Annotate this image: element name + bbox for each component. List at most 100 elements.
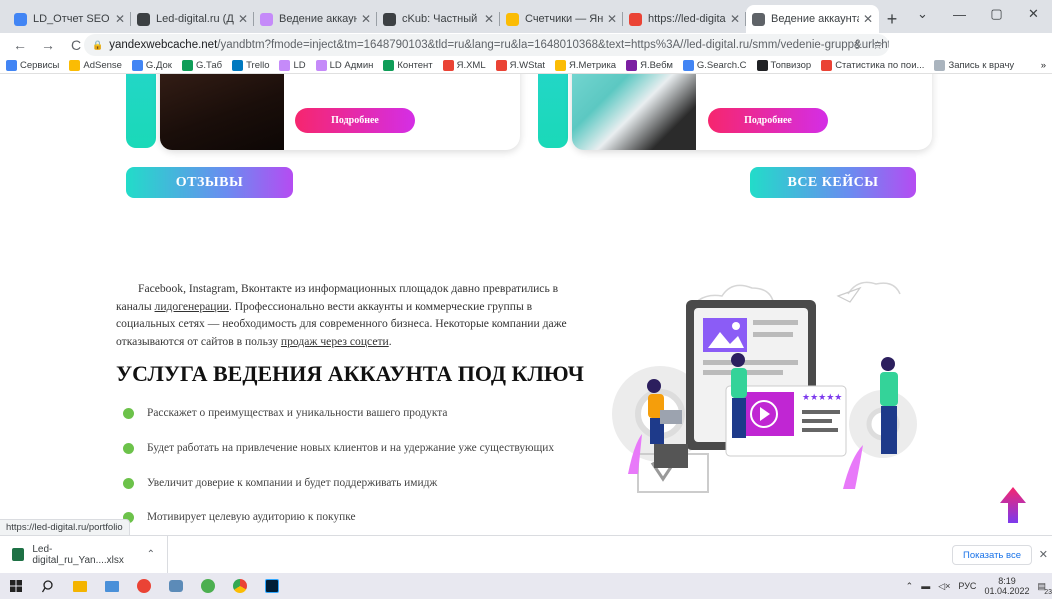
notification-count: 23 (1044, 588, 1052, 596)
bookmarks-overflow-button[interactable]: » (1041, 60, 1052, 71)
bookmark-item[interactable]: LD Админ (315, 59, 373, 71)
file-explorer-icon[interactable] (64, 573, 96, 599)
bookmark-label: Контент (397, 59, 433, 71)
browser-tab[interactable]: Ведение аккаунта (гр ✕ (254, 5, 377, 33)
download-item[interactable]: Led-digital_ru_Yan....xlsx ⌃ (0, 535, 168, 574)
bullet-dot-icon (123, 407, 134, 419)
language-indicator[interactable]: РУС (958, 581, 976, 591)
bookmark-favicon-icon (756, 59, 768, 71)
bookmark-item[interactable]: G.Док (131, 59, 172, 71)
tab-title: Led-digital.ru (Динами (156, 13, 234, 25)
bookmark-item[interactable]: Запись к врачу (934, 59, 1015, 71)
close-downloads-icon[interactable]: ✕ (1039, 548, 1048, 561)
share-icon[interactable]: ⇪ (852, 38, 862, 52)
bookmark-label: Запись к врачу (948, 59, 1015, 71)
url-path: /yandbtm?fmode=inject&tm=1648790103&tld=… (217, 39, 889, 51)
bookmark-star-icon[interactable]: ☆ (872, 38, 883, 52)
status-bar-url: https://led-digital.ru/portfolio (0, 519, 130, 535)
card-2-image (572, 74, 696, 150)
bookmark-item[interactable]: LD (279, 59, 306, 71)
maximize-button[interactable]: ▢ (978, 0, 1015, 28)
forward-button[interactable]: → (38, 37, 58, 53)
bookmark-label: Статистика по пои... (835, 59, 925, 71)
bookmark-favicon-icon (383, 59, 395, 71)
bookmark-item[interactable]: Trello (232, 59, 269, 71)
bookmark-label: Топвизор (770, 59, 812, 71)
tab-close-icon[interactable]: ✕ (238, 12, 248, 26)
browser-tab[interactable]: cKub: Частный веб-ч ✕ (377, 5, 500, 33)
bookmark-item[interactable]: G.Search.C (682, 59, 747, 71)
benefit-item: Увеличит доверие к компании и будет подд… (123, 477, 437, 489)
bookmark-favicon-icon (181, 59, 193, 71)
back-button[interactable]: ← (10, 37, 30, 53)
browser-tab[interactable]: https://led-digital.ru/ ✕ (623, 5, 746, 33)
bookmark-item[interactable]: Я.WStat (495, 59, 545, 71)
chrome-icon[interactable] (224, 573, 256, 599)
minimize-button[interactable]: — (941, 0, 978, 28)
network-icon[interactable]: ▬ (921, 581, 930, 591)
show-all-downloads-button[interactable]: Показать все (952, 545, 1032, 565)
vpn-app-icon[interactable] (160, 573, 192, 599)
bookmark-label: G.Search.C (696, 59, 747, 71)
address-bar[interactable]: 🔒 yandexwebcache.net /yandbtm?fmode=inje… (84, 34, 889, 56)
tray-chevron-icon[interactable]: ⌃ (906, 581, 914, 592)
intro-paragraph: Facebook, Instagram, Вконтакте из информ… (116, 280, 581, 350)
tab-favicon-icon (506, 12, 519, 26)
bookmark-item[interactable]: Я.XML (442, 59, 486, 71)
reload-button[interactable]: C (66, 37, 86, 53)
social-sales-link[interactable]: продаж через соцсети (281, 335, 389, 348)
bookmark-item[interactable]: Статистика по пои... (821, 59, 925, 71)
bookmark-item[interactable]: Топвизор (756, 59, 812, 71)
card-accent-right (538, 74, 568, 148)
mail-app-icon[interactable] (96, 573, 128, 599)
utorrent-icon[interactable] (192, 573, 224, 599)
volume-icon[interactable]: ◁× (938, 581, 950, 592)
chevron-up-icon[interactable]: ⌃ (147, 549, 155, 560)
bookmark-item[interactable]: Я.Вебм (626, 59, 673, 71)
notifications-icon[interactable]: ▤ 23 (1037, 581, 1052, 596)
bookmark-item[interactable]: Контент (383, 59, 433, 71)
tab-close-icon[interactable]: ✕ (607, 12, 617, 26)
bullet-dot-icon (123, 442, 134, 454)
clock[interactable]: 8:19 01.04.2022 (984, 576, 1029, 596)
all-cases-button[interactable]: ВСЕ КЕЙСЫ (750, 167, 916, 198)
windows-start-icon[interactable] (0, 573, 32, 599)
tab-close-icon[interactable]: ✕ (863, 12, 873, 26)
smm-illustration: ★★★★★ (612, 281, 917, 493)
bookmark-favicon-icon (232, 59, 244, 71)
bookmark-label: AdSense (83, 59, 122, 71)
download-filename: Led-digital_ru_Yan....xlsx (32, 543, 124, 566)
tab-close-icon[interactable]: ✕ (361, 12, 371, 26)
more-button-1[interactable]: Подробнее (295, 108, 415, 133)
browser-tab[interactable]: Счетчики — Яндекс. ✕ (500, 5, 623, 33)
tab-search-icon[interactable]: ⌄ (904, 0, 941, 28)
scroll-to-top-arrow-icon[interactable] (998, 485, 1028, 525)
intro-text-3: . (388, 334, 392, 348)
search-icon[interactable] (32, 573, 64, 599)
bookmark-item[interactable]: AdSense (69, 59, 122, 71)
tab-favicon-icon (383, 12, 396, 26)
clock-date: 01.04.2022 (984, 586, 1030, 596)
photoshop-icon[interactable] (256, 573, 288, 599)
bookmark-item[interactable]: Я.Метрика (555, 59, 617, 71)
leadgen-link[interactable]: лидогенерации (155, 300, 229, 313)
browser-tab[interactable]: Ведение аккаунта (гр ✕ (746, 5, 879, 33)
tab-close-icon[interactable]: ✕ (730, 12, 740, 26)
bookmark-label: Я.Метрика (569, 59, 617, 71)
benefit-text: Расскажет о преимуществах и уникальности… (147, 407, 448, 419)
more-button-2[interactable]: Подробнее (708, 108, 828, 133)
reviews-button[interactable]: ОТЗЫВЫ (126, 167, 293, 198)
tab-title: Ведение аккаунта (гр (771, 13, 859, 25)
new-tab-button[interactable]: + (879, 5, 905, 33)
tab-close-icon[interactable]: ✕ (484, 12, 494, 26)
tab-title: Ведение аккаунта (гр (279, 13, 357, 25)
bookmark-item[interactable]: Сервисы (6, 59, 59, 71)
yandex-browser-icon[interactable] (128, 573, 160, 599)
tab-close-icon[interactable]: ✕ (115, 12, 125, 26)
browser-tab[interactable]: LD_Отчет SEO 2022. ✕ (8, 5, 131, 33)
bookmark-item[interactable]: G.Таб (181, 59, 222, 71)
browser-toolbar: ← → C 🔒 yandexwebcache.net /yandbtm?fmod… (0, 33, 1052, 82)
bookmark-label: LD (293, 59, 306, 71)
browser-tab[interactable]: Led-digital.ru (Динами ✕ (131, 5, 254, 33)
close-window-button[interactable]: ✕ (1015, 0, 1052, 28)
